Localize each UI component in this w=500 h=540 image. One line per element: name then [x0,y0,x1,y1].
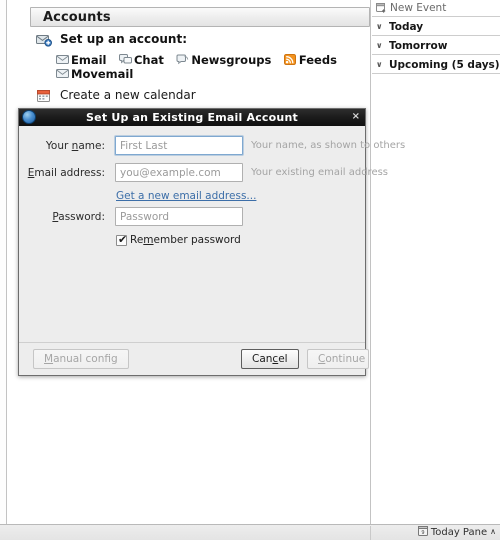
svg-text:9: 9 [421,530,424,536]
calendar-icon [36,89,52,103]
new-event-label: New Event [390,2,447,14]
account-type-links: Email Chat Newsgroups Feeds Movemail [56,53,356,81]
your-name-hint: Your name, as shown to others [251,140,406,151]
form-row-password: Password: [19,207,365,234]
today-pane-sidebar: New Event ∨ Today ∨ Tomorrow ∨ Upcoming (5 … [372,0,500,524]
today-pane-group-tomorrow[interactable]: ∨ Tomorrow [372,36,500,55]
thunderbird-window: Accounts Set up an account: Email Chat N… [0,0,500,540]
your-name-label: Your name: [19,140,105,152]
account-link-feeds[interactable]: Feeds [283,53,337,67]
setup-email-account-dialog: Set Up an Existing Email Account × Your … [18,108,405,376]
account-link-email-label: Email [71,53,107,67]
mail-add-icon [36,33,52,47]
your-name-label-post: ame: [78,140,105,152]
account-links-line-2: Movemail [56,67,356,81]
chevron-down-icon[interactable]: ∨ [376,55,385,74]
envelope-icon [56,68,69,79]
rss-icon [283,54,297,65]
envelope-icon [56,54,69,65]
page-title: Accounts [43,10,111,25]
manual-config-mnemonic: M [44,353,54,365]
today-pane-toggle-label: Today Pane [430,527,488,538]
your-name-input[interactable] [115,136,243,155]
account-link-movemail[interactable]: Movemail [56,67,133,81]
get-new-email-address-link[interactable]: Get a new email address... [116,190,256,202]
cancel-button[interactable]: Cancel [241,349,299,369]
today-pane-toggle[interactable]: 9 Today Pane ∧ [417,526,496,538]
email-address-label-post: mail address: [34,167,105,179]
setup-account-row: Set up an account: [8,32,370,50]
status-bar: 9 Today Pane ∧ [0,524,500,540]
create-calendar-row[interactable]: Create a new calendar [8,88,370,106]
remember-password-label-pre: Re [130,234,144,246]
today-pane-group-upcoming[interactable]: ∨ Upcoming (5 days) [372,55,500,74]
create-calendar-label: Create a new calendar [60,88,196,102]
create-calendar-section[interactable]: Create a new calendar [8,88,370,106]
form-row-get-new-address: Get a new email address... [19,190,365,207]
today-pane-group-upcoming-label: Upcoming (5 days) [389,59,500,71]
continue-label: ontinue [325,353,366,365]
email-address-label: Email address: [19,167,105,179]
account-link-newsgroups[interactable]: Newsgroups [176,53,271,67]
close-icon[interactable]: × [352,111,360,123]
status-bar-separator [370,526,371,540]
calendar-small-icon: 9 [417,526,428,536]
dialog-footer: Manual config Cancel Continue [19,342,369,375]
manual-config-button[interactable]: Manual config [33,349,129,369]
account-form: Your name: Your name, as shown to others… [19,136,405,254]
account-link-feeds-label: Feeds [298,53,337,67]
your-name-label-pre: Your [45,140,72,152]
remember-password-label[interactable]: Remember password [130,234,241,246]
account-link-newsgroups-label: Newsgroups [191,53,272,67]
cancel-label-pre: Can [252,353,273,365]
chevron-down-icon[interactable]: ∨ [376,17,385,36]
remember-password-label-mnemonic: m [143,234,154,246]
accounts-header-box: Accounts [30,7,370,27]
dialog-title: Set Up an Existing Email Account [86,111,298,124]
password-input[interactable] [115,207,243,226]
continue-button[interactable]: Continue [307,349,369,369]
chevron-up-icon[interactable]: ∧ [490,527,496,536]
account-link-chat-label: Chat [133,53,164,67]
account-link-movemail-label: Movemail [71,67,134,81]
account-link-email[interactable]: Email [56,53,106,67]
form-row-your-name: Your name: Your name, as shown to others [19,136,405,163]
newsgroup-icon [176,54,189,65]
remember-password-checkbox[interactable]: ✔ [116,233,128,246]
chevron-down-icon[interactable]: ∨ [376,36,385,55]
new-event-icon [376,2,387,13]
left-gutter [0,0,7,524]
email-address-hint: Your existing email address [251,167,389,178]
today-pane-group-today-label: Today [389,21,424,33]
account-link-chat[interactable]: Chat [118,53,164,67]
form-row-email-address: Email address: Your existing email addre… [19,163,388,190]
remember-password-label-post: ember password [153,234,241,246]
chat-icon [118,54,132,65]
checkmark-icon: ✔ [118,233,128,246]
password-label: Password: [19,211,105,223]
password-label-post: assword: [58,211,105,223]
dialog-titlebar: Set Up an Existing Email Account × [19,109,365,127]
email-address-input[interactable] [115,163,243,182]
setup-account-section: Set up an account: Email Chat Newsgroups… [8,32,370,81]
new-event-button[interactable]: New Event [372,0,500,17]
today-pane-group-today[interactable]: ∨ Today [372,17,500,36]
today-pane-group-tomorrow-label: Tomorrow [389,40,448,52]
dialog-body: Your name: Your name, as shown to others… [19,126,405,375]
cancel-label-post: el [278,353,288,365]
manual-config-label: anual config [53,353,118,365]
account-links-line-1: Email Chat Newsgroups Feeds [56,53,356,67]
setup-account-title: Set up an account: [60,32,188,46]
form-row-remember-password: ✔ Remember password [19,234,365,254]
